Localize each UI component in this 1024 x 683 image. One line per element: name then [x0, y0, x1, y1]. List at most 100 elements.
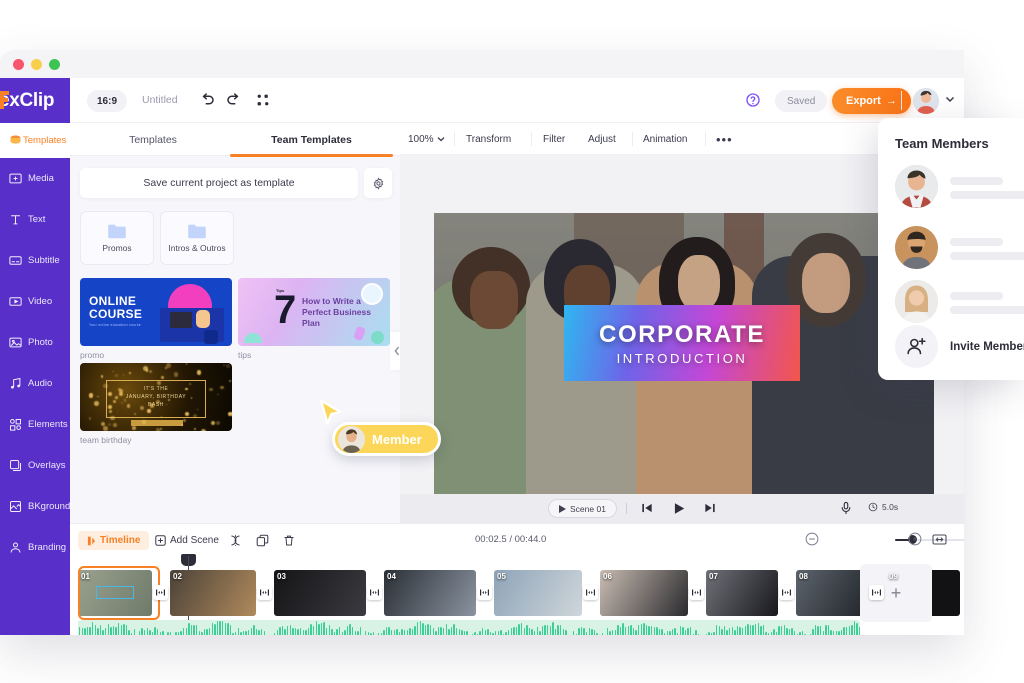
- clock-icon: [868, 502, 878, 512]
- collaborator-badge[interactable]: Member: [332, 422, 441, 456]
- transition-button-5[interactable]: [583, 585, 598, 600]
- more-horizontal-icon[interactable]: •••: [716, 132, 733, 147]
- member-avatar-3: [895, 280, 938, 323]
- template-card-promo[interactable]: ONLINE COURSE Your online education cours…: [80, 278, 232, 360]
- transition-button-1[interactable]: [153, 585, 168, 600]
- team-members-title: Team Members: [895, 136, 989, 151]
- tool-animation[interactable]: Animation: [643, 132, 687, 147]
- timeline-scene-01[interactable]: 01: [78, 570, 152, 616]
- add-scene-button[interactable]: Add Scene: [155, 531, 219, 550]
- transition-button-3[interactable]: [367, 585, 382, 600]
- timeline-scene-04[interactable]: 04: [384, 570, 476, 616]
- export-button[interactable]: Export →: [832, 88, 911, 114]
- transition-button-4[interactable]: [477, 585, 492, 600]
- sidebar-item-photo[interactable]: Photo: [0, 322, 70, 363]
- save-project-as-template-button[interactable]: Save current project as template: [80, 168, 358, 198]
- invite-members-label: Invite Members: [950, 341, 1024, 353]
- sidebar-item-elements-label: Elements: [28, 419, 68, 430]
- aspect-ratio-button[interactable]: 16:9: [87, 90, 127, 112]
- invite-members-button[interactable]: Invite Members: [895, 325, 1024, 368]
- folder-intros-outros-label: Intros & Outros: [168, 243, 225, 253]
- zoom-level-select[interactable]: 100%: [408, 131, 445, 147]
- subtitle-icon: [8, 253, 23, 268]
- templates-panel: Templates Team Templates Save current pr…: [70, 123, 400, 523]
- timeline-scene-02[interactable]: 02: [170, 570, 256, 616]
- fit-to-width-icon[interactable]: [932, 533, 947, 546]
- save-project-as-template-label: Save current project as template: [143, 177, 294, 189]
- duplicate-icon[interactable]: [256, 534, 269, 547]
- template-card-team-birthday[interactable]: IT'S THE JANUARY, BIRTHDAY BASH team bir…: [80, 363, 232, 445]
- window-maximize-button[interactable]: [49, 59, 60, 70]
- video-preview[interactable]: CORPORATE INTRODUCTION: [434, 213, 934, 494]
- team-member-row-1[interactable]: [895, 165, 1024, 209]
- team-member-row-2[interactable]: [895, 226, 1024, 270]
- template-card-tips[interactable]: Tips 7 How to Write a Perfect Business P…: [238, 278, 390, 360]
- save-status-text: Saved: [787, 96, 815, 107]
- tool-adjust[interactable]: Adjust: [588, 132, 616, 147]
- app-logo[interactable]: lexClip: [0, 78, 70, 123]
- sidebar-item-media[interactable]: Media: [0, 158, 70, 199]
- window-minimize-button[interactable]: [31, 59, 42, 70]
- split-icon[interactable]: [229, 534, 242, 547]
- sidebar-item-overlays[interactable]: Overlays: [0, 445, 70, 486]
- team-member-row-3[interactable]: [895, 280, 1024, 324]
- sidebar-item-video[interactable]: Video: [0, 281, 70, 322]
- sidebar-item-text[interactable]: Text: [0, 199, 70, 240]
- scene-selector-label: Scene 01: [570, 504, 606, 514]
- scene-selector-button[interactable]: Scene 01: [548, 499, 617, 518]
- folder-promos[interactable]: Promos: [80, 211, 154, 265]
- scene-duration[interactable]: 5.0s: [868, 502, 898, 512]
- redo-icon[interactable]: [225, 91, 243, 109]
- grid-icon[interactable]: [254, 91, 272, 109]
- sidebar-item-audio[interactable]: Audio: [0, 363, 70, 404]
- tool-transform-label: Transform: [466, 134, 511, 145]
- template-settings-button[interactable]: [364, 168, 392, 198]
- timeline-scene-06[interactable]: 06: [600, 570, 688, 616]
- toolbar-divider: [531, 132, 532, 146]
- audio-waveform-track[interactable]: [78, 620, 860, 635]
- trash-icon[interactable]: [283, 534, 295, 547]
- tool-filter[interactable]: Filter: [543, 132, 565, 147]
- skip-previous-icon[interactable]: [640, 501, 654, 515]
- templates-icon: [8, 133, 23, 148]
- tool-transform[interactable]: Transform: [466, 132, 511, 147]
- microphone-icon[interactable]: [839, 500, 853, 516]
- folder-intros-outros[interactable]: Intros & Outros: [160, 211, 234, 265]
- player-controls: Scene 01 5.0s: [400, 494, 964, 523]
- sidebar-item-branding[interactable]: Branding: [0, 527, 70, 568]
- sidebar-item-subtitle[interactable]: Subtitle: [0, 240, 70, 281]
- template-thumbnail: ONLINE COURSE Your online education cours…: [80, 278, 232, 346]
- transition-icon: [586, 589, 595, 596]
- zoom-in-icon[interactable]: [908, 532, 922, 546]
- timeline-mode-button[interactable]: Timeline: [78, 531, 149, 550]
- scene-duration-value: 5.0s: [882, 502, 898, 512]
- project-title-input[interactable]: Untitled: [142, 94, 178, 106]
- help-icon[interactable]: [745, 92, 761, 108]
- zoom-out-icon[interactable]: [805, 532, 819, 546]
- header-divider: [901, 91, 902, 110]
- transition-button-2[interactable]: [257, 585, 272, 600]
- window-close-button[interactable]: [13, 59, 24, 70]
- skip-next-icon[interactable]: [703, 501, 717, 515]
- sidebar-item-bkground[interactable]: BKground: [0, 486, 70, 527]
- sidebar-item-templates[interactable]: Templates: [0, 123, 70, 158]
- play-icon[interactable]: [672, 501, 686, 516]
- transition-button-6[interactable]: [689, 585, 704, 600]
- preview-title-box[interactable]: CORPORATE INTRODUCTION: [564, 305, 800, 381]
- sidebar-item-elements[interactable]: Elements: [0, 404, 70, 445]
- undo-icon[interactable]: [198, 91, 216, 109]
- timeline-scene-08[interactable]: 08: [796, 570, 868, 616]
- chevron-down-icon[interactable]: [945, 95, 955, 103]
- timeline-scene-05[interactable]: 05: [494, 570, 582, 616]
- scene-number: 01: [81, 572, 90, 581]
- tab-team-templates[interactable]: Team Templates: [230, 123, 393, 156]
- folder-icon: [187, 223, 207, 239]
- transition-button-8[interactable]: [869, 585, 884, 600]
- transition-button-7[interactable]: [779, 585, 794, 600]
- toolbar-divider: [632, 132, 633, 146]
- timeline-scene-07[interactable]: 07: [706, 570, 778, 616]
- tab-templates[interactable]: Templates: [78, 123, 228, 156]
- template-name: promo: [80, 350, 232, 360]
- timeline-scene-03[interactable]: 03: [274, 570, 366, 616]
- avatar[interactable]: [913, 88, 939, 114]
